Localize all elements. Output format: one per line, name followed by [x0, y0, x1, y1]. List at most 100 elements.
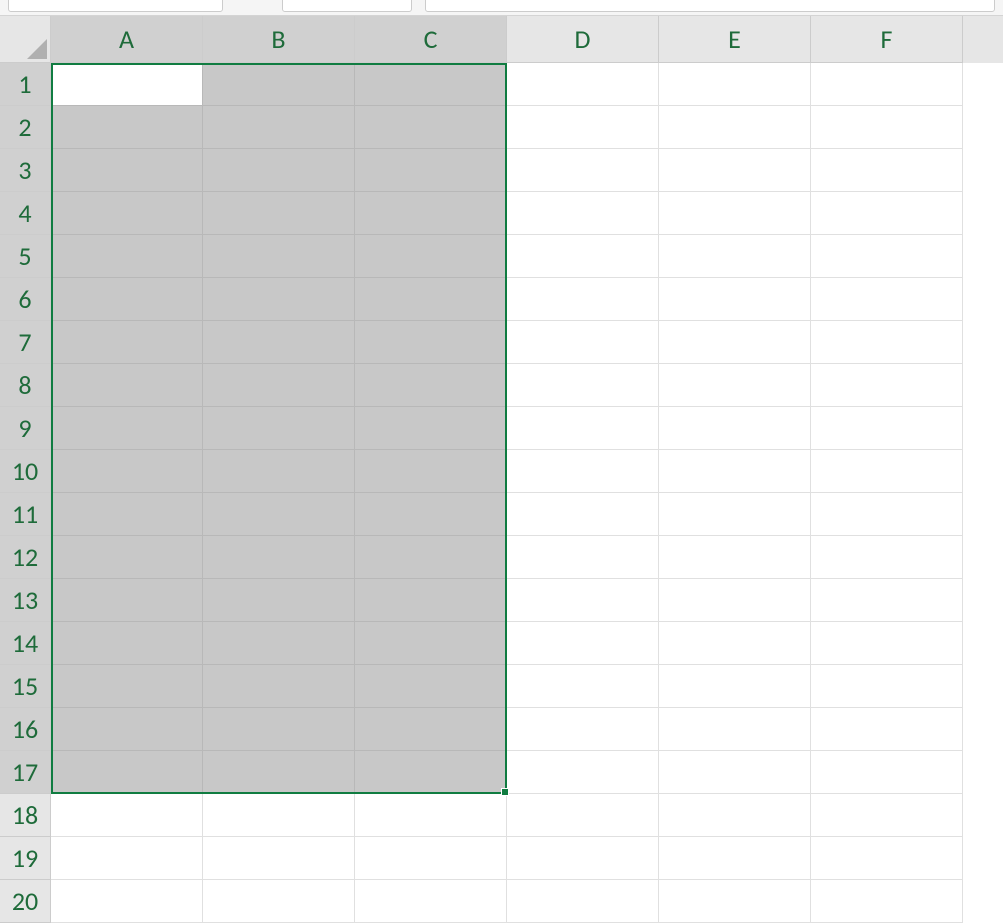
cell-F17[interactable]	[811, 751, 963, 794]
cell-C10[interactable]	[355, 450, 507, 493]
cell-E3[interactable]	[659, 149, 811, 192]
cell-F9[interactable]	[811, 407, 963, 450]
cell-E2[interactable]	[659, 106, 811, 149]
cell-F12[interactable]	[811, 536, 963, 579]
cell-B18[interactable]	[203, 794, 355, 837]
cell-F11[interactable]	[811, 493, 963, 536]
cell-C8[interactable]	[355, 364, 507, 407]
cell-B2[interactable]	[203, 106, 355, 149]
cell-D20[interactable]	[507, 880, 659, 923]
cell-E5[interactable]	[659, 235, 811, 278]
cell-F14[interactable]	[811, 622, 963, 665]
cell-C13[interactable]	[355, 579, 507, 622]
cell-C15[interactable]	[355, 665, 507, 708]
cell-E6[interactable]	[659, 278, 811, 321]
spreadsheet-grid[interactable]: A B C D E F 1234567891011121314151617181…	[0, 16, 1003, 923]
row-header-10[interactable]: 10	[0, 450, 51, 493]
cell-D13[interactable]	[507, 579, 659, 622]
cell-D7[interactable]	[507, 321, 659, 364]
cell-A9[interactable]	[51, 407, 203, 450]
row-header-14[interactable]: 14	[0, 622, 51, 665]
cell-C3[interactable]	[355, 149, 507, 192]
cell-F5[interactable]	[811, 235, 963, 278]
cell-F1[interactable]	[811, 63, 963, 106]
cell-B20[interactable]	[203, 880, 355, 923]
row-header-18[interactable]: 18	[0, 794, 51, 837]
cell-B4[interactable]	[203, 192, 355, 235]
cell-E19[interactable]	[659, 837, 811, 880]
cell-E8[interactable]	[659, 364, 811, 407]
cell-B5[interactable]	[203, 235, 355, 278]
col-header-F[interactable]: F	[811, 16, 963, 63]
cell-A11[interactable]	[51, 493, 203, 536]
cell-C5[interactable]	[355, 235, 507, 278]
cell-A1[interactable]	[51, 63, 203, 106]
cell-D2[interactable]	[507, 106, 659, 149]
cell-A10[interactable]	[51, 450, 203, 493]
col-header-E[interactable]: E	[659, 16, 811, 63]
cell-B17[interactable]	[203, 751, 355, 794]
name-box[interactable]	[8, 0, 223, 12]
cell-C9[interactable]	[355, 407, 507, 450]
cell-E12[interactable]	[659, 536, 811, 579]
cell-B14[interactable]	[203, 622, 355, 665]
cell-F7[interactable]	[811, 321, 963, 364]
row-header-8[interactable]: 8	[0, 364, 51, 407]
row-header-16[interactable]: 16	[0, 708, 51, 751]
cell-C6[interactable]	[355, 278, 507, 321]
cell-D11[interactable]	[507, 493, 659, 536]
row-header-2[interactable]: 2	[0, 106, 51, 149]
row-header-1[interactable]: 1	[0, 63, 51, 106]
cell-D15[interactable]	[507, 665, 659, 708]
cell-B10[interactable]	[203, 450, 355, 493]
cell-C20[interactable]	[355, 880, 507, 923]
cell-D5[interactable]	[507, 235, 659, 278]
cell-E4[interactable]	[659, 192, 811, 235]
cell-E20[interactable]	[659, 880, 811, 923]
cell-C17[interactable]	[355, 751, 507, 794]
cell-E7[interactable]	[659, 321, 811, 364]
row-header-17[interactable]: 17	[0, 751, 51, 794]
cell-E16[interactable]	[659, 708, 811, 751]
cell-F16[interactable]	[811, 708, 963, 751]
col-header-A[interactable]: A	[51, 16, 203, 63]
row-header-20[interactable]: 20	[0, 880, 51, 923]
cell-D12[interactable]	[507, 536, 659, 579]
cell-A5[interactable]	[51, 235, 203, 278]
cell-A3[interactable]	[51, 149, 203, 192]
cell-F13[interactable]	[811, 579, 963, 622]
cell-B13[interactable]	[203, 579, 355, 622]
cell-C4[interactable]	[355, 192, 507, 235]
cell-E15[interactable]	[659, 665, 811, 708]
cell-F2[interactable]	[811, 106, 963, 149]
cell-C11[interactable]	[355, 493, 507, 536]
cell-B8[interactable]	[203, 364, 355, 407]
cell-C1[interactable]	[355, 63, 507, 106]
cell-D18[interactable]	[507, 794, 659, 837]
select-all-corner[interactable]	[0, 16, 51, 63]
cell-A4[interactable]	[51, 192, 203, 235]
cell-C12[interactable]	[355, 536, 507, 579]
col-header-B[interactable]: B	[203, 16, 355, 63]
cell-A12[interactable]	[51, 536, 203, 579]
cell-A8[interactable]	[51, 364, 203, 407]
cell-D6[interactable]	[507, 278, 659, 321]
cell-C16[interactable]	[355, 708, 507, 751]
row-header-6[interactable]: 6	[0, 278, 51, 321]
cell-D17[interactable]	[507, 751, 659, 794]
cell-B12[interactable]	[203, 536, 355, 579]
cell-D8[interactable]	[507, 364, 659, 407]
cell-A6[interactable]	[51, 278, 203, 321]
cell-B15[interactable]	[203, 665, 355, 708]
cell-B3[interactable]	[203, 149, 355, 192]
cell-A2[interactable]	[51, 106, 203, 149]
cell-D10[interactable]	[507, 450, 659, 493]
cell-F19[interactable]	[811, 837, 963, 880]
toolbar-dropdown[interactable]	[282, 0, 412, 12]
cell-B9[interactable]	[203, 407, 355, 450]
cell-B19[interactable]	[203, 837, 355, 880]
row-header-15[interactable]: 15	[0, 665, 51, 708]
cell-D14[interactable]	[507, 622, 659, 665]
cell-B16[interactable]	[203, 708, 355, 751]
cell-F4[interactable]	[811, 192, 963, 235]
